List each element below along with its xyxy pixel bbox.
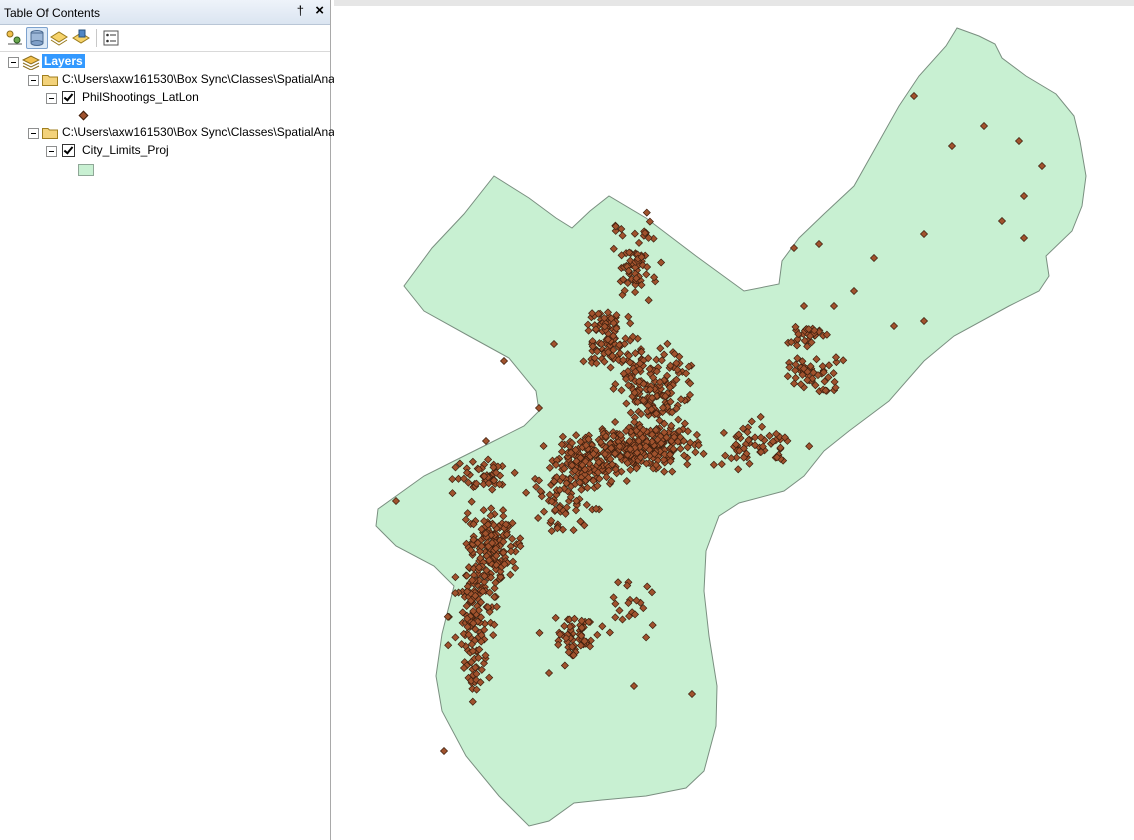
list-by-selection-icon[interactable]	[70, 27, 92, 49]
toc-title-bar: Table Of Contents † ×	[0, 0, 330, 25]
tree-row-group-2[interactable]: C:\Users\axw161530\Box Sync\Classes\Spat…	[0, 124, 337, 142]
layers-label[interactable]: Layers	[42, 54, 85, 68]
tree-row-layer-city[interactable]: City_Limits_Proj	[0, 142, 330, 160]
polygon-symbol-icon[interactable]	[78, 164, 94, 176]
tree-row-symbol-polygon	[0, 161, 330, 179]
layer-name-label[interactable]: City_Limits_Proj	[82, 143, 169, 157]
collapse-icon[interactable]	[8, 57, 19, 68]
tree-row-symbol-point	[0, 107, 330, 125]
list-by-drawing-order-icon[interactable]	[4, 27, 26, 49]
layer-name-label[interactable]: PhilShootings_LatLon	[82, 90, 199, 104]
tree-row-layers[interactable]: Layers	[0, 53, 330, 71]
tree-row-group-1[interactable]: C:\Users\axw161530\Box Sync\Classes\Spat…	[0, 71, 337, 89]
toolbar-separator	[96, 29, 97, 47]
map-view[interactable]	[334, 0, 1134, 840]
shooting-point[interactable]	[499, 356, 509, 366]
collapse-icon[interactable]	[46, 146, 57, 157]
map-canvas[interactable]	[334, 6, 1134, 840]
toc-title: Table Of Contents	[4, 6, 101, 20]
layer-visibility-checkbox[interactable]	[62, 144, 75, 157]
list-by-source-icon[interactable]	[26, 27, 48, 49]
source-path-label: C:\Users\axw161530\Box Sync\Classes\Spat…	[62, 125, 338, 139]
shooting-point[interactable]	[642, 208, 651, 217]
source-path-label: C:\Users\axw161530\Box Sync\Classes\Spat…	[62, 72, 338, 86]
folder-icon	[42, 73, 58, 86]
collapse-icon[interactable]	[46, 93, 57, 104]
toc-toolbar	[0, 25, 330, 52]
tree-row-layer-shootings[interactable]: PhilShootings_LatLon	[0, 89, 330, 107]
pin-icon[interactable]: †	[297, 3, 304, 18]
point-symbol-icon[interactable]	[78, 110, 89, 121]
shooting-point[interactable]	[439, 746, 449, 756]
table-of-contents-panel: Table Of Contents † × Layers C:\Users\ax…	[0, 0, 337, 840]
collapse-icon[interactable]	[28, 75, 39, 86]
options-icon[interactable]	[100, 27, 122, 49]
layer-visibility-checkbox[interactable]	[62, 91, 75, 104]
city-limits-polygon[interactable]	[375, 27, 1087, 827]
close-icon[interactable]: ×	[315, 2, 324, 19]
folder-icon	[42, 126, 58, 139]
list-by-visibility-icon[interactable]	[48, 27, 70, 49]
collapse-icon[interactable]	[28, 128, 39, 139]
